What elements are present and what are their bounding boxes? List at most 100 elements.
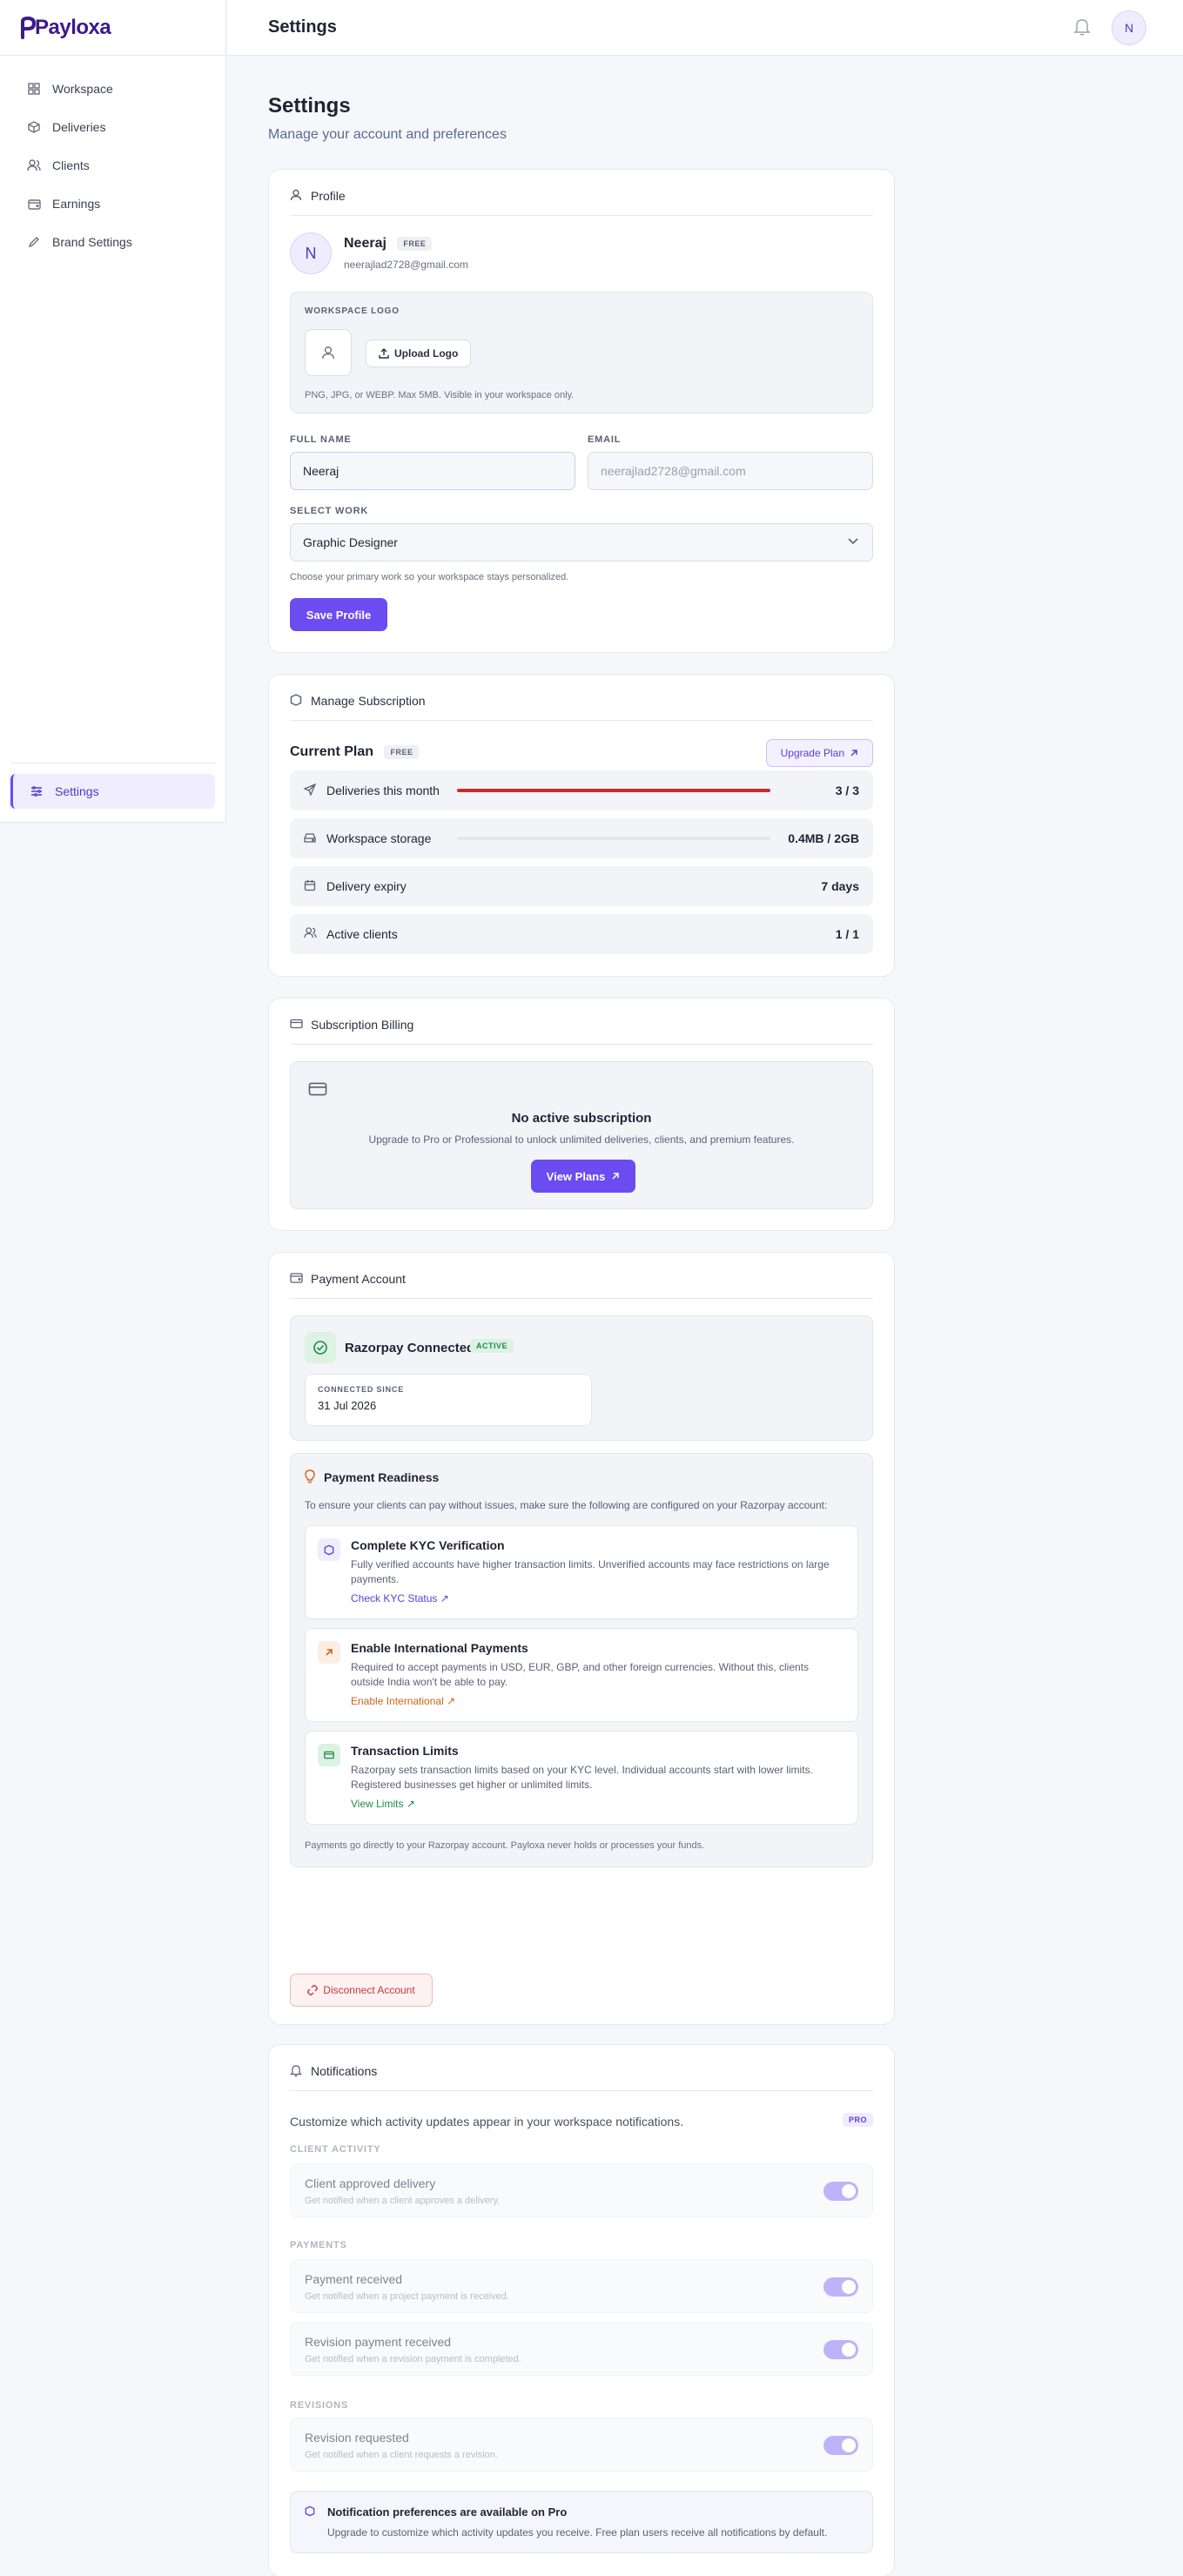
topbar: Settings N bbox=[227, 0, 1183, 56]
tip-link-label: View Limits bbox=[351, 1798, 404, 1810]
bell-icon bbox=[290, 2064, 304, 2078]
check-circle-icon bbox=[305, 1332, 336, 1363]
avatar[interactable]: N bbox=[1112, 10, 1146, 45]
notif-toggle[interactable] bbox=[823, 2277, 858, 2297]
disconnect-account-button[interactable]: Disconnect Account bbox=[290, 1974, 433, 2007]
sidebar-item-label: Earnings bbox=[52, 197, 101, 211]
active-badge: ACTIVE bbox=[470, 1339, 514, 1353]
external-link-icon: ↗ bbox=[447, 1695, 456, 1707]
check-kyc-link[interactable]: Check KYC Status ↗ bbox=[351, 1592, 844, 1604]
pen-icon bbox=[26, 234, 42, 250]
current-plan-label: Current Plan bbox=[290, 744, 374, 759]
usage-bar bbox=[457, 789, 770, 792]
tip-link-label: Enable International bbox=[351, 1695, 444, 1707]
usage-bar-fill bbox=[457, 789, 770, 792]
notif-toggle[interactable] bbox=[823, 2436, 858, 2455]
logo-placeholder[interactable] bbox=[305, 329, 352, 376]
tip-international: Enable International Payments Required t… bbox=[305, 1628, 858, 1722]
notif-desc: Get notified when a project payment is r… bbox=[305, 2291, 509, 2302]
app-logo[interactable]: Payloxa bbox=[0, 0, 225, 56]
notif-toggle[interactable] bbox=[823, 2340, 858, 2359]
user-icon bbox=[290, 189, 304, 203]
sidebar-item-earnings[interactable]: Earnings bbox=[0, 185, 225, 223]
plan-badge: FREE bbox=[384, 744, 420, 759]
profile-avatar[interactable]: N bbox=[290, 232, 332, 274]
notif-title: Revision payment received bbox=[305, 2335, 452, 2349]
full-name-input[interactable]: Neeraj bbox=[290, 452, 575, 490]
save-profile-button[interactable]: Save Profile bbox=[290, 598, 387, 631]
sidebar-item-deliveries[interactable]: Deliveries bbox=[0, 108, 225, 146]
razorpay-status-title: Razorpay Connected bbox=[345, 1341, 475, 1355]
user-icon bbox=[322, 346, 334, 359]
usage-value: 0.4MB / 2GB bbox=[788, 831, 859, 845]
wallet-icon bbox=[290, 1272, 304, 1286]
main-content: Settings Manage your account and prefere… bbox=[268, 94, 895, 2576]
sidebar-item-workspace[interactable]: Workspace bbox=[0, 70, 225, 108]
section-payments: PAYMENTS bbox=[290, 2240, 347, 2250]
hard-drive-icon bbox=[304, 831, 318, 845]
calendar-icon bbox=[304, 879, 318, 893]
arrow-up-right-icon bbox=[612, 1173, 620, 1180]
usage-value: 7 days bbox=[821, 879, 859, 893]
sidebar-item-label: Deliveries bbox=[52, 120, 106, 134]
sidebar-item-settings[interactable]: Settings bbox=[10, 774, 215, 809]
shield-icon bbox=[318, 1538, 340, 1561]
page-title: Settings bbox=[268, 94, 351, 118]
sidebar-item-label: Workspace bbox=[52, 82, 113, 96]
sidebar-item-brand-settings[interactable]: Brand Settings bbox=[0, 223, 225, 261]
notif-toggle[interactable] bbox=[823, 2182, 858, 2201]
card-title: Subscription Billing bbox=[311, 1018, 414, 1032]
notif-revision-requested: Revision requested Get notified when a c… bbox=[290, 2418, 873, 2472]
current-plan: Current Plan FREE bbox=[290, 744, 420, 760]
notif-client-approved: Client approved delivery Get notified wh… bbox=[290, 2163, 873, 2217]
shield-icon bbox=[305, 2505, 315, 2517]
view-plans-button[interactable]: View Plans bbox=[531, 1160, 635, 1193]
upgrade-plan-button[interactable]: Upgrade Plan bbox=[765, 739, 873, 767]
notif-title: Payment received bbox=[305, 2272, 403, 2286]
email-field[interactable]: neerajlad2728@gmail.com bbox=[588, 452, 873, 490]
pro-upsell-title: Notification preferences are available o… bbox=[327, 2505, 568, 2519]
payments-footer-note: Payments go directly to your Razorpay ac… bbox=[305, 1840, 705, 1851]
sidebar-item-clients[interactable]: Clients bbox=[0, 146, 225, 185]
tip-kyc: Complete KYC Verification Fully verified… bbox=[305, 1525, 858, 1619]
payloxa-logo-icon bbox=[21, 16, 37, 39]
view-limits-link[interactable]: View Limits ↗ bbox=[351, 1798, 844, 1810]
usage-value: 3 / 3 bbox=[835, 784, 859, 797]
card-header: Manage Subscription bbox=[290, 694, 873, 721]
lightbulb-icon bbox=[305, 1470, 315, 1483]
section-revisions: REVISIONS bbox=[290, 2400, 349, 2411]
usage-label: Workspace storage bbox=[326, 831, 432, 845]
card-title: Profile bbox=[311, 189, 346, 203]
card-header: Profile bbox=[290, 189, 873, 216]
shield-icon bbox=[290, 694, 304, 708]
enable-international-link[interactable]: Enable International ↗ bbox=[351, 1695, 844, 1707]
usage-value: 1 / 1 bbox=[835, 927, 859, 941]
tip-text: Razorpay sets transaction limits based o… bbox=[351, 1764, 813, 1791]
notif-desc: Get notified when a revision payment is … bbox=[305, 2354, 521, 2364]
connected-since-box: CONNECTED SINCE 31 Jul 2026 bbox=[305, 1374, 592, 1426]
workspace-logo-label: WORKSPACE LOGO bbox=[305, 306, 400, 316]
card-title: Notifications bbox=[311, 2064, 378, 2078]
sidebar-bottom: Settings bbox=[10, 763, 215, 809]
tip-limits: Transaction Limits Razorpay sets transac… bbox=[305, 1731, 858, 1825]
upload-logo-button[interactable]: Upload Logo bbox=[366, 340, 472, 367]
usage-row-expiry: Delivery expiry 7 days bbox=[290, 866, 873, 906]
notif-desc: Get notified when a client approves a de… bbox=[305, 2196, 501, 2206]
readiness-text: To ensure your clients can pay without i… bbox=[305, 1499, 828, 1511]
card-title: Payment Account bbox=[311, 1272, 406, 1286]
sidebar-item-label: Clients bbox=[52, 158, 90, 172]
bell-icon[interactable] bbox=[1073, 17, 1094, 38]
arrow-up-right-icon bbox=[318, 1641, 340, 1664]
upload-logo-label: Upload Logo bbox=[394, 347, 459, 360]
card-header: Notifications bbox=[290, 2064, 873, 2091]
page-subtitle: Manage your account and preferences bbox=[268, 127, 507, 142]
empty-subscription-box: No active subscription Upgrade to Pro or… bbox=[290, 1061, 873, 1209]
select-work-dropdown[interactable]: Graphic Designer bbox=[290, 523, 873, 562]
usage-row-deliveries: Deliveries this month 3 / 3 bbox=[290, 770, 873, 810]
users-icon bbox=[26, 158, 42, 173]
notif-title: Revision requested bbox=[305, 2431, 409, 2445]
plan-badge: FREE bbox=[397, 236, 433, 251]
external-link-icon: ↗ bbox=[440, 1592, 449, 1604]
sidebar-nav: Workspace Deliveries Clients Earnings Br… bbox=[0, 56, 225, 261]
usage-label: Delivery expiry bbox=[326, 879, 407, 893]
